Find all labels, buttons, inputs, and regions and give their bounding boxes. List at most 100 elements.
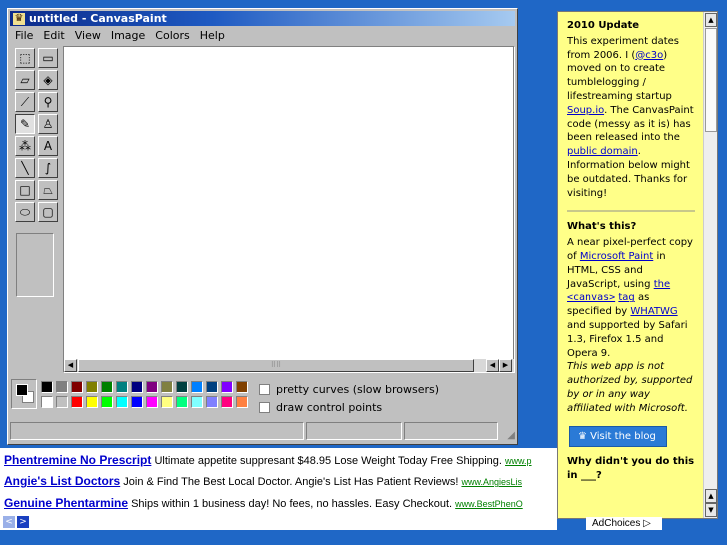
update-heading: 2010 Update [567,20,640,31]
color-swatch[interactable] [236,381,248,393]
title-bar[interactable]: ♛ untitled - CanvasPaint [10,11,515,26]
tool-options-panel[interactable] [16,233,54,297]
ellipse-icon[interactable]: ⬭ [15,202,35,222]
scroll-up-icon[interactable]: ▲ [705,13,717,27]
pretty-curves-option[interactable]: pretty curves (slow browsers) [259,383,439,396]
color-swatch[interactable] [191,396,203,408]
menu-colors[interactable]: Colors [150,28,194,44]
menu-view[interactable]: View [70,28,106,44]
airbrush-icon[interactable]: ⁂ [15,136,35,156]
fill-bucket-icon[interactable]: ◈ [38,70,58,90]
color-swatch[interactable] [161,396,173,408]
color-swatch[interactable] [146,396,158,408]
text-icon[interactable]: A [38,136,58,156]
ad-url[interactable]: www.BestPhenO [455,499,523,509]
ad-url[interactable]: www.p [505,456,532,466]
color-swatch[interactable] [71,381,83,393]
color-swatch[interactable] [86,381,98,393]
menu-help[interactable]: Help [195,28,230,44]
whatwg-link[interactable]: WHATWG [630,306,677,317]
foreground-color [16,384,28,396]
ad-title[interactable]: Genuine Phentarmine [4,496,128,510]
ad-prev-icon[interactable]: < [3,516,15,528]
magnifier-icon[interactable]: ⚲ [38,92,58,112]
horizontal-scrollbar[interactable]: ◀ ⠿⠿ ◀ ▶ [64,359,514,372]
ad-url[interactable]: www.AngiesLis [461,477,522,487]
resize-grip-icon[interactable]: ◢ [503,430,515,442]
polygon-icon[interactable]: ⏢ [38,180,58,200]
color-swatch[interactable] [116,381,128,393]
color-swatch[interactable] [56,396,68,408]
color-picker-icon[interactable]: ⟋ [15,92,35,112]
color-swatch[interactable] [191,381,203,393]
menu-file[interactable]: File [10,28,38,44]
ad-navigation: < > [3,516,29,528]
color-swatch[interactable] [41,381,53,393]
control-points-option[interactable]: draw control points [259,401,382,414]
visit-blog-button[interactable]: ♛ Visit the blog [569,425,667,448]
scroll-left-icon[interactable]: ◀ [64,359,77,372]
tag-link[interactable]: tag [618,292,634,303]
scroll-right-icon[interactable]: ▶ [499,359,512,372]
rectangle-icon[interactable]: □ [15,180,35,200]
color-swatch[interactable] [176,396,188,408]
color-swatch[interactable] [56,381,68,393]
canvas-tag-link[interactable]: <canvas> [567,292,615,303]
status-size [404,422,498,440]
ad-next-icon[interactable]: > [17,516,29,528]
color-swatch[interactable] [221,396,233,408]
pretty-curves-label: pretty curves (slow browsers) [276,383,440,396]
control-points-checkbox[interactable] [259,402,270,413]
author-link[interactable]: @c3o [635,50,663,61]
color-swatch[interactable] [221,381,233,393]
color-swatch[interactable] [86,396,98,408]
pretty-curves-checkbox[interactable] [259,384,270,395]
color-swatch[interactable] [101,396,113,408]
rect-select-icon[interactable]: ▭ [38,48,58,68]
current-colors[interactable] [11,379,37,409]
ad-row[interactable]: Angie's List Doctors Join & Find The Bes… [4,471,522,491]
color-swatch[interactable] [206,396,218,408]
color-swatch[interactable] [101,381,113,393]
scroll-thumb[interactable]: ⠿⠿ [78,359,474,372]
note-scroll-thumb[interactable] [705,28,717,132]
color-swatch[interactable] [176,381,188,393]
pencil-icon[interactable]: ✎ [15,114,35,134]
color-swatch[interactable] [206,381,218,393]
drawing-canvas[interactable] [64,47,513,362]
ms-paint-link[interactable]: Microsoft Paint [580,251,653,262]
scroll-down-icon[interactable]: ▼ [705,503,717,517]
color-swatch[interactable] [236,396,248,408]
color-swatch[interactable] [131,396,143,408]
scroll-up-icon-2[interactable]: ▲ [705,489,717,503]
color-swatch[interactable] [116,396,128,408]
public-domain-link[interactable]: public domain [567,146,638,157]
menu-image[interactable]: Image [106,28,150,44]
color-swatch[interactable] [131,381,143,393]
status-message [10,422,304,440]
soup-link[interactable]: Soup.io [567,105,604,116]
whats-this-text: A near pixel-perfect copy of Microsoft P… [567,237,693,359]
rounded-rect-icon[interactable]: ▢ [38,202,58,222]
brush-icon[interactable]: ♙ [38,114,58,134]
adchoices-label[interactable]: AdChoices ▷ [586,517,662,531]
scroll-left-icon-2[interactable]: ◀ [486,359,499,372]
menu-edit[interactable]: Edit [38,28,69,44]
canvas-area: ◀ ⠿⠿ ◀ ▶ [63,46,515,373]
curve-icon[interactable]: ∫ [38,158,58,178]
ad-row[interactable]: Genuine Phentarmine Ships within 1 busin… [4,493,523,513]
disclaimer: This web app is not authorized by, suppo… [567,361,693,414]
ad-title[interactable]: Phentremine No Prescript [4,453,151,467]
ad-title[interactable]: Angie's List Doctors [4,474,120,488]
the-link[interactable]: the [654,279,670,290]
ad-row[interactable]: Phentremine No Prescript Ultimate appeti… [4,450,532,470]
color-swatch[interactable] [161,381,173,393]
line-icon[interactable]: ╲ [15,158,35,178]
note-scrollbar[interactable]: ▲ ▲ ▼ [703,12,717,518]
color-swatch[interactable] [41,396,53,408]
color-palette: pretty curves (slow browsers) draw contr… [11,377,511,417]
color-swatch[interactable] [71,396,83,408]
free-select-icon[interactable]: ⬚ [15,48,35,68]
eraser-icon[interactable]: ▱ [15,70,35,90]
color-swatch[interactable] [146,381,158,393]
